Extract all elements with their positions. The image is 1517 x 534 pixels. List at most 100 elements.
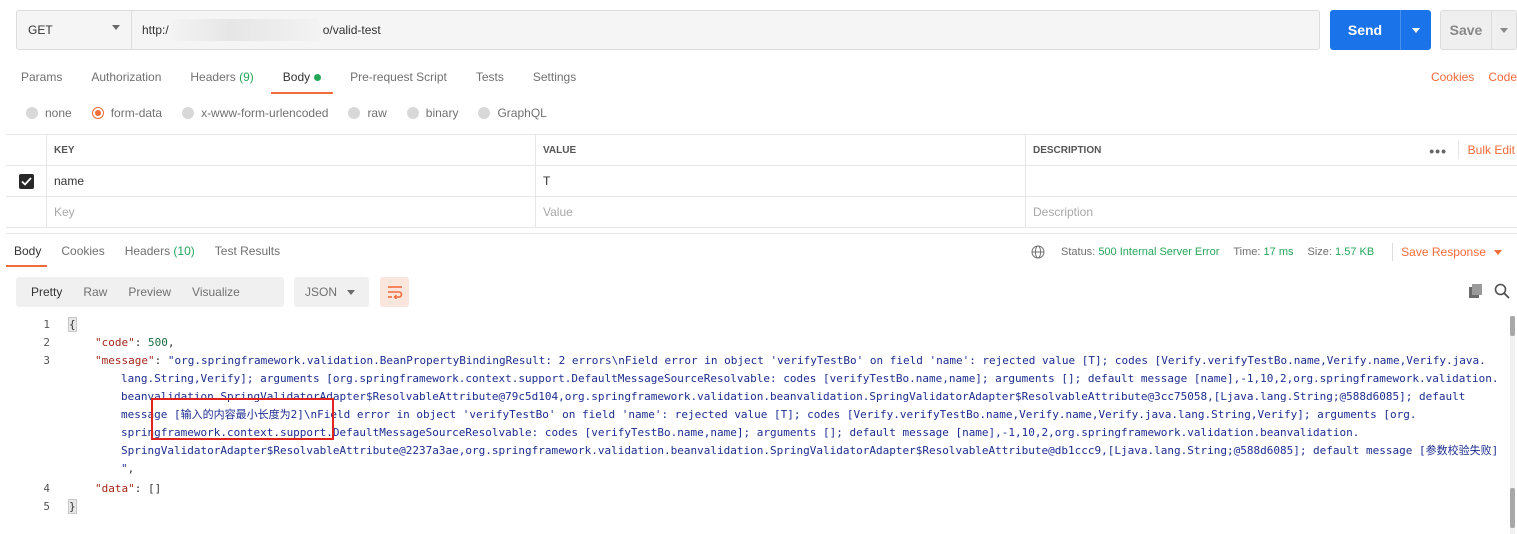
radio-form-data[interactable]: form-data xyxy=(91,105,163,121)
value-cell[interactable]: T xyxy=(535,166,1025,196)
view-visualize[interactable]: Visualize xyxy=(192,285,240,299)
line-number: 3 xyxy=(43,354,50,367)
chevron-down-icon[interactable] xyxy=(1500,27,1508,33)
tab-label: Headers xyxy=(124,244,171,258)
radio-circle-icon xyxy=(348,107,361,119)
chevron-down-icon[interactable] xyxy=(1412,27,1420,33)
scrollbar-thumb[interactable] xyxy=(1510,316,1515,336)
code-scrollbar[interactable] xyxy=(1510,316,1515,534)
more-options-icon[interactable]: ••• xyxy=(1429,143,1447,159)
tab-label: Cookies xyxy=(61,244,105,258)
globe-icon[interactable] xyxy=(1031,245,1045,259)
copy-icon[interactable] xyxy=(1468,283,1484,299)
tab-count: (10) xyxy=(173,244,195,258)
tab-settings[interactable]: Settings xyxy=(533,68,576,90)
save-response-button[interactable]: Save Response xyxy=(1401,244,1502,260)
code-link[interactable]: Code xyxy=(1488,70,1517,84)
json-sep: : xyxy=(134,336,148,349)
tab-authorization[interactable]: Authorization xyxy=(91,68,161,90)
row-checkbox-cell xyxy=(6,197,46,227)
tab-label: Body xyxy=(282,70,311,84)
bracket-open: { xyxy=(68,317,77,332)
radio-label: none xyxy=(45,106,72,120)
tab-body[interactable]: Body xyxy=(270,68,334,94)
response-tab-cookies[interactable]: Cookies xyxy=(61,243,104,259)
response-tab-test-results[interactable]: Test Results xyxy=(215,243,280,259)
search-icon[interactable] xyxy=(1494,283,1510,299)
response-tab-headers[interactable]: Headers (10) xyxy=(125,243,195,259)
response-divider xyxy=(6,233,1517,234)
bulk-edit-link[interactable]: Bulk Edit xyxy=(1468,143,1515,157)
code-line-wrap: lang.String,Verify]; arguments [org.spri… xyxy=(121,372,1499,385)
tab-params[interactable]: Params xyxy=(21,68,62,90)
row-checkbox-cell xyxy=(6,166,46,196)
checkbox-checked-icon[interactable] xyxy=(18,173,34,189)
radio-x-www-form-urlencoded[interactable]: x-www-form-urlencoded xyxy=(182,105,328,121)
send-divider xyxy=(1400,10,1401,50)
table-row: name T xyxy=(6,166,1517,197)
code-line: "message": "org.springframework.validati… xyxy=(95,352,1486,370)
header-key: KEY xyxy=(46,135,535,165)
description-placeholder[interactable]: Description xyxy=(1025,197,1517,227)
radio-circle-icon xyxy=(182,107,195,119)
chevron-down-icon xyxy=(112,25,120,30)
view-raw[interactable]: Raw xyxy=(83,285,107,299)
tab-tests[interactable]: Tests xyxy=(476,68,504,90)
tab-headers[interactable]: Headers (9) xyxy=(190,68,253,90)
method-value: GET xyxy=(28,23,53,37)
view-preview[interactable]: Preview xyxy=(128,285,171,299)
radio-circle-icon xyxy=(26,107,38,119)
radio-binary[interactable]: binary xyxy=(406,105,459,121)
radio-raw[interactable]: raw xyxy=(348,105,387,121)
response-tab-body[interactable]: Body xyxy=(5,243,48,267)
scrollbar-thumb[interactable] xyxy=(1510,488,1515,528)
tab-pre-request-script[interactable]: Pre-request Script xyxy=(350,68,447,90)
code-line-wrap: message [输入的内容最小长度为2]\nField error in ob… xyxy=(121,408,1417,421)
radio-none[interactable]: none xyxy=(26,105,72,121)
code-line: "code": 500, xyxy=(95,334,175,352)
radio-label: form-data xyxy=(110,106,163,120)
right-links: Cookies Code xyxy=(1417,68,1517,86)
url-input[interactable]: http:/ o/valid-test xyxy=(131,10,1320,50)
method-select[interactable]: GET xyxy=(16,10,132,50)
modified-dot-icon xyxy=(314,74,322,82)
description-cell[interactable] xyxy=(1025,166,1517,196)
json-value: [] xyxy=(148,482,162,495)
key-cell[interactable]: name xyxy=(46,166,535,196)
tab-label: Authorization xyxy=(91,70,162,84)
size-info: Size: 1.57 KB xyxy=(1308,244,1375,260)
json-comma: , xyxy=(167,336,175,349)
json-value: "org.springframework.validation.BeanProp… xyxy=(167,354,1486,367)
format-select[interactable]: JSON xyxy=(294,277,369,307)
response-body-code[interactable]: 1 { 2 "code": 500, 3 "message": "org.spr… xyxy=(6,316,1506,534)
code-line-wrap: ", xyxy=(121,460,134,478)
form-data-table: KEY VALUE DESCRIPTION ••• Bulk Edit name… xyxy=(6,134,1517,228)
chevron-down-icon xyxy=(1493,250,1502,256)
send-button[interactable]: Send xyxy=(1330,10,1431,50)
radio-circle-icon xyxy=(406,107,419,119)
key-placeholder[interactable]: Key xyxy=(46,197,535,227)
json-sep: : xyxy=(154,354,168,367)
radio-label: GraphQL xyxy=(497,106,547,120)
json-key: "data" xyxy=(95,482,135,495)
radio-label: binary xyxy=(425,106,459,120)
status-divider xyxy=(1392,243,1394,261)
view-pretty[interactable]: Pretty xyxy=(31,285,62,299)
save-label: Save xyxy=(1449,22,1483,38)
save-button[interactable]: Save xyxy=(1440,10,1517,50)
json-key: "code" xyxy=(95,336,135,349)
header-spacer xyxy=(6,135,46,165)
size-value: 1.57 KB xyxy=(1335,246,1375,258)
tab-label: Body xyxy=(14,244,42,258)
table-row-new: Key Value Description xyxy=(6,197,1517,228)
radio-graphql[interactable]: GraphQL xyxy=(478,105,547,121)
redacted-host xyxy=(170,19,321,41)
value-placeholder[interactable]: Value xyxy=(535,197,1025,227)
code-line: { xyxy=(68,316,77,334)
status-value: 500 Internal Server Error xyxy=(1098,246,1220,258)
tab-label: Headers xyxy=(190,70,236,84)
cookies-link[interactable]: Cookies xyxy=(1431,70,1474,84)
json-sep: : xyxy=(134,482,148,495)
wrap-lines-button[interactable] xyxy=(380,277,409,307)
line-number: 1 xyxy=(43,318,50,331)
